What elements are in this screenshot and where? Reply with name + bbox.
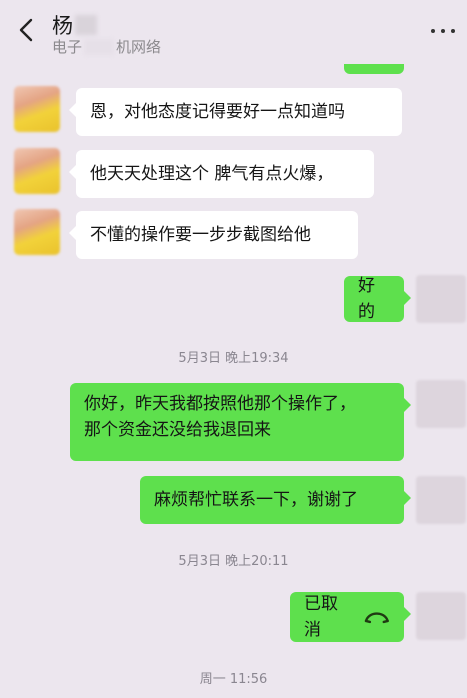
message-text: 已取消 (304, 594, 338, 640)
timestamp: 5月3日 晚上19:34 (178, 351, 289, 366)
message-text: 麻烦帮忙联系一下，谢谢了 (154, 490, 358, 510)
message-bubble-sent[interactable]: 麻烦帮忙联系一下，谢谢了 (140, 476, 411, 524)
my-avatar[interactable] (416, 592, 466, 640)
message-bubble-sent[interactable]: 好的 (344, 276, 411, 322)
my-avatar[interactable] (416, 275, 466, 323)
message-line: 你好，昨天我都按照他那个操作了， (84, 394, 356, 414)
message-bubble-received[interactable]: 恩，对他态度记得要好一点知道吗 (69, 88, 402, 136)
message-bubble-sent[interactable]: 你好，昨天我都按照他那个操作了， 那个资金还没给我退回来 (70, 383, 411, 461)
name-redaction (75, 15, 97, 35)
message-text: 他天天处理这个 脾气有点火爆， (90, 164, 334, 184)
message-text: 好的 (358, 276, 375, 322)
message-text: 恩，对他态度记得要好一点知道吗 (90, 102, 345, 122)
cancelled-call-icon (365, 612, 390, 624)
contact-name-text: 杨 (52, 14, 73, 38)
message-text: 你好，昨天我都按照他那个操作了， 那个资金还没给我退回来 (84, 383, 390, 469)
my-avatar[interactable] (416, 380, 466, 428)
subtitle-redaction (84, 39, 115, 55)
contact-avatar[interactable] (14, 148, 60, 194)
back-arrow-icon[interactable] (14, 14, 40, 46)
chat-screen: 杨 电子 机网络 恩，对他态度记得要好一点知道吗 他天天处理这个 脾气有点火爆， … (0, 0, 467, 698)
contact-subtitle: 电子 机网络 (52, 36, 161, 57)
message-bubble-sent[interactable]: 已取消 (290, 592, 411, 642)
timestamp: 5月3日 晚上20:11 (178, 554, 289, 569)
message-bubble-received[interactable]: 他天天处理这个 脾气有点火爆， (69, 150, 374, 198)
message-content: 已取消 (304, 592, 390, 642)
message-bubble-received[interactable]: 不懂的操作要一步步截图给他 (69, 211, 358, 259)
chat-header: 杨 电子 机网络 (0, 0, 467, 60)
subtitle-prefix: 电子 (52, 38, 83, 56)
my-avatar[interactable] (416, 476, 466, 524)
contact-avatar[interactable] (14, 86, 60, 132)
contact-avatar[interactable] (14, 209, 60, 255)
message-line: 那个资金还没给我退回来 (84, 420, 271, 440)
timestamp: 周一 11:56 (199, 672, 268, 687)
previous-message-bubble-edge (344, 64, 404, 74)
subtitle-suffix: 机网络 (116, 38, 162, 56)
message-text: 不懂的操作要一步步截图给他 (90, 225, 311, 245)
more-options-icon[interactable] (430, 26, 458, 36)
